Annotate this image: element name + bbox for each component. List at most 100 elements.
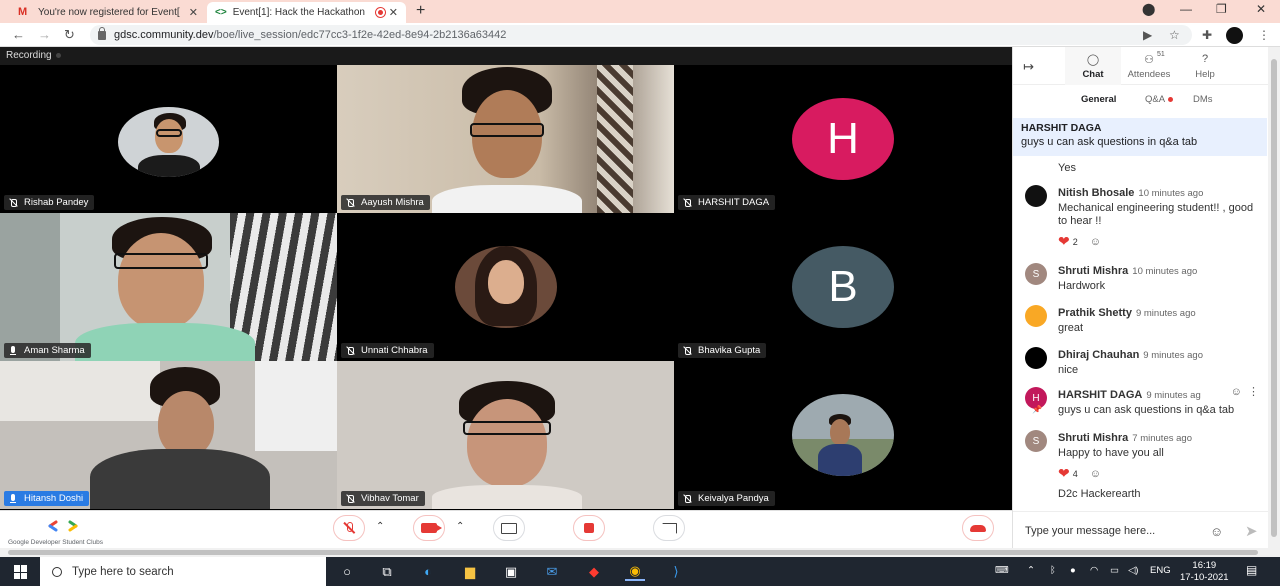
message-input[interactable]	[1017, 520, 1207, 542]
language-indicator[interactable]: ENG	[1150, 565, 1171, 576]
people-icon: ⚇	[1144, 54, 1154, 66]
share-screen-button[interactable]	[493, 515, 525, 541]
subtab-qa[interactable]: Q&A	[1145, 94, 1174, 105]
maximize-button[interactable]: ❐	[1216, 2, 1227, 16]
chat-message: D2c Hackerearth	[1025, 485, 1261, 501]
windows-start-icon[interactable]	[14, 565, 28, 579]
horizontal-scrollbar[interactable]	[0, 548, 1280, 557]
send-icon[interactable]: ➤	[1245, 522, 1258, 540]
bookmark-star-icon[interactable]: ☆	[1169, 28, 1180, 42]
message-author: Nitish Bhosale	[1058, 187, 1135, 199]
notifications-icon[interactable]: ▤	[1246, 563, 1257, 577]
pinned-author: HARSHIT DAGA	[1021, 122, 1102, 134]
reaction-count: 2	[1072, 236, 1078, 247]
keyboard-icon[interactable]: ⌨	[995, 565, 1009, 576]
chrome-icon[interactable]: ◉	[625, 562, 645, 581]
stream-button[interactable]	[653, 515, 685, 541]
edge-icon[interactable]: ◐	[418, 562, 438, 581]
heart-reaction-icon[interactable]: ❤	[1058, 465, 1070, 482]
tab-attendees[interactable]: ⚇ 51 Attendees	[1121, 47, 1177, 85]
close-tab-icon[interactable]: ✕	[189, 6, 198, 19]
chat-message: S Shruti Mishra 7 minutes ago Happy to ha…	[1025, 430, 1261, 482]
back-arrow-icon[interactable]: ←	[12, 27, 25, 42]
tab-gmail[interactable]: You're now registered for Event[ ✕	[10, 2, 206, 23]
collapse-panel-icon[interactable]: ↦	[1023, 59, 1034, 75]
store-icon[interactable]: ▣	[501, 562, 521, 581]
forward-arrow-icon[interactable]: →	[38, 27, 51, 42]
mail-icon[interactable]: ✉	[542, 562, 562, 581]
mute-button[interactable]	[333, 515, 365, 541]
close-window-button[interactable]: ✕	[1256, 2, 1266, 16]
participant-tile[interactable]: Unnati Chhabra	[337, 213, 674, 361]
participant-name-pill: Rishab Pandey	[4, 195, 95, 210]
participant-tile[interactable]: Aayush Mishra	[337, 65, 674, 213]
camera-permission-icon[interactable]: ▶	[1143, 28, 1152, 42]
tab-help[interactable]: ? Help	[1177, 47, 1233, 85]
clock[interactable]: 16:19 17-10-2021	[1180, 560, 1229, 584]
taskbar-search[interactable]: Type here to search	[40, 557, 326, 586]
subtab-general[interactable]: General	[1081, 94, 1116, 105]
message-author: HARSHIT DAGA	[1058, 389, 1143, 401]
extensions-icon[interactable]: ✚	[1202, 28, 1212, 42]
tab-title: You're now registered for Event[	[38, 7, 180, 18]
message-text: Hardwork	[1058, 280, 1106, 292]
close-tab-icon[interactable]: ✕	[389, 6, 398, 19]
tab-event[interactable]: <> Event[1]: Hack the Hackathon ✕	[207, 2, 406, 23]
mic-on-icon	[8, 345, 18, 356]
camera-button[interactable]	[413, 515, 445, 541]
cortana-icon[interactable]: ○	[337, 562, 357, 581]
search-icon	[52, 566, 62, 577]
message-time: 10 minutes ago	[1132, 266, 1198, 277]
emoji-icon[interactable]: ☺	[1210, 524, 1223, 539]
profile-menu-icon[interactable]: ⬤	[1142, 2, 1155, 16]
tab-chat[interactable]: ◯ Chat	[1065, 47, 1121, 85]
participant-name-pill: Unnati Chhabra	[341, 343, 434, 358]
video-options-caret[interactable]: ⌃	[456, 521, 464, 532]
notification-dot-icon	[1168, 96, 1174, 102]
stop-recording-button[interactable]	[573, 515, 605, 541]
vscode-icon[interactable]: ⟩	[666, 562, 686, 581]
participant-tile[interactable]: B Bhavika Gupta	[674, 213, 1011, 361]
heart-reaction-icon[interactable]: ❤	[1058, 233, 1070, 250]
chat-composer: ☺ ➤	[1013, 511, 1269, 548]
participant-tile[interactable]: Aman Sharma	[0, 213, 337, 361]
message-text: guys u can ask questions in q&a tab	[1058, 404, 1235, 416]
audio-options-caret[interactable]: ⌃	[376, 521, 384, 532]
participant-tile[interactable]: H HARSHIT DAGA	[674, 65, 1011, 213]
message-author: Shruti Mishra	[1058, 432, 1129, 444]
more-options-icon[interactable]: ⋮	[1248, 386, 1259, 398]
brand-label: Google Developer Student Clubs	[8, 539, 104, 546]
chevron-up-icon[interactable]: ⌃	[1027, 565, 1035, 576]
participant-tile[interactable]: Hitansh Doshi	[0, 361, 337, 509]
add-reaction-icon[interactable]: ☺	[1231, 386, 1242, 398]
recording-bar: Recording	[0, 47, 1012, 65]
avatar[interactable]	[1226, 27, 1243, 44]
app-icon[interactable]: ◆	[584, 562, 604, 581]
participant-tile[interactable]: Vibhav Tomar	[337, 361, 674, 509]
search-placeholder: Type here to search	[72, 565, 174, 578]
task-view-icon[interactable]: ⧉	[377, 562, 397, 581]
add-reaction-icon[interactable]: ☺	[1090, 468, 1101, 480]
battery-icon[interactable]: ▭	[1110, 565, 1119, 576]
tab-label: Help	[1195, 69, 1215, 80]
url-field[interactable]: gdsc.community.dev/boe/live_session/edc7…	[90, 25, 1192, 45]
pinned-message[interactable]: HARSHIT DAGA guys u can ask questions in…	[1013, 118, 1267, 156]
minimize-button[interactable]: —	[1180, 2, 1192, 16]
clock-date: 17-10-2021	[1180, 572, 1229, 583]
panel-tabs: ↦ ◯ Chat ⚇ 51 Attendees ? Help	[1013, 47, 1269, 85]
message-time: 9 minutes ago	[1143, 350, 1203, 361]
wifi-icon[interactable]: ◠	[1090, 565, 1098, 576]
participant-tile[interactable]: Rishab Pandey	[0, 65, 337, 213]
reload-icon[interactable]: ↻	[64, 27, 75, 43]
subtab-dms[interactable]: DMs	[1193, 94, 1213, 105]
bluetooth-icon[interactable]: ᛒ	[1050, 565, 1056, 576]
participant-tile[interactable]: Keivalya Pandya	[674, 361, 1011, 509]
add-reaction-icon[interactable]: ☺	[1090, 236, 1101, 248]
new-tab-button[interactable]: +	[416, 2, 425, 20]
vertical-scrollbar[interactable]	[1268, 47, 1280, 548]
mic-tray-icon[interactable]: ●	[1070, 565, 1076, 576]
menu-kebab-icon[interactable]: ⋮	[1258, 28, 1270, 42]
leave-button[interactable]	[962, 515, 994, 541]
file-explorer-icon[interactable]: ▆	[460, 562, 480, 581]
volume-icon[interactable]: ◁)	[1128, 565, 1138, 576]
